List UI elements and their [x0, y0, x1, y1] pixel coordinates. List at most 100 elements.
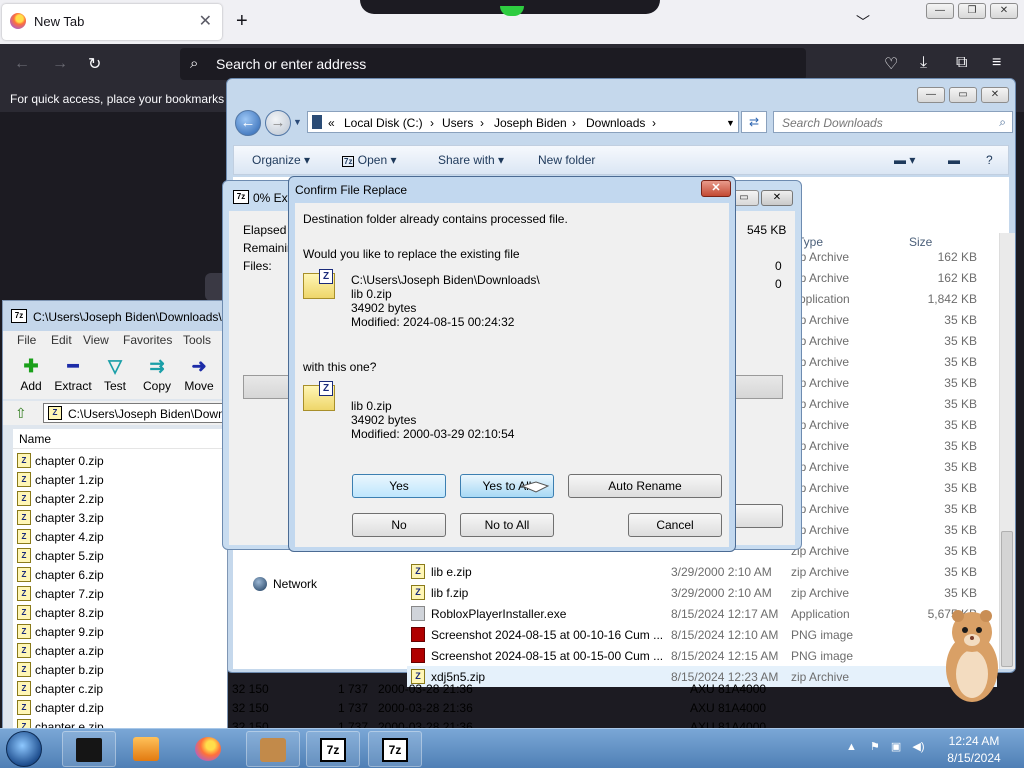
- menu-favorites[interactable]: Favorites: [123, 333, 172, 347]
- no-button[interactable]: No: [352, 513, 446, 537]
- downloads-icon[interactable]: ⤓: [920, 54, 927, 72]
- address-bar[interactable]: ⌕ Search or enter address: [180, 48, 806, 80]
- fm-file-row[interactable]: Zchapter 1.zip: [17, 470, 227, 489]
- taskbar-item-box[interactable]: [246, 731, 300, 767]
- new-tab-button[interactable]: +: [236, 10, 248, 33]
- fm-file-name: chapter 4.zip: [35, 530, 104, 544]
- file-size: 35 KB: [944, 586, 977, 600]
- explorer-back-button[interactable]: ←: [235, 110, 261, 136]
- list-all-tabs-icon[interactable]: ﹀: [856, 12, 870, 32]
- size-value: 545 KB: [747, 223, 787, 237]
- fm-file-row[interactable]: Zchapter c.zip: [17, 679, 227, 698]
- 7zip-file-manager-window: 7z C:\Users\Joseph Biden\Downloads\ File…: [2, 300, 228, 734]
- recent-pages-icon[interactable]: ▼: [293, 117, 302, 127]
- pocket-icon[interactable]: ♡: [884, 54, 898, 74]
- fm-file-row[interactable]: Zchapter a.zip: [17, 641, 227, 660]
- test-button[interactable]: ▽ Test: [93, 355, 137, 393]
- explorer-minimize-button[interactable]: —: [917, 87, 945, 103]
- start-button[interactable]: [6, 731, 42, 767]
- share-with-button[interactable]: Share with ▾: [438, 153, 504, 167]
- breadcrumb-users[interactable]: Users: [442, 116, 473, 130]
- extract-button[interactable]: ━ Extract: [51, 355, 95, 393]
- dialog-close-button[interactable]: ✕: [701, 180, 731, 197]
- organize-button[interactable]: Organize ▾: [252, 153, 310, 167]
- fm-file-row[interactable]: Zchapter 7.zip: [17, 584, 227, 603]
- explorer-close-button[interactable]: ✕: [981, 87, 1009, 103]
- fm-file-row[interactable]: Zchapter d.zip: [17, 698, 227, 717]
- yes-button[interactable]: Yes: [352, 474, 446, 498]
- no-to-all-button[interactable]: No to All: [460, 513, 554, 537]
- extensions-icon[interactable]: ⧉: [956, 54, 967, 72]
- address-dropdown-icon[interactable]: ▼: [726, 118, 735, 128]
- breadcrumb-downloads[interactable]: Downloads: [586, 116, 645, 130]
- fm-path-input[interactable]: Z C:\Users\Joseph Biden\Down: [43, 403, 227, 423]
- progress-close-button[interactable]: ✕: [761, 190, 793, 206]
- copy-button[interactable]: ⇉ Copy: [135, 355, 179, 393]
- explorer-search-input[interactable]: Search Downloads ⌕: [773, 111, 1013, 133]
- taskbar-item-firefox[interactable]: [182, 731, 236, 767]
- fm-file-row[interactable]: Zchapter 4.zip: [17, 527, 227, 546]
- folder-up-icon[interactable]: ⇧: [15, 405, 27, 422]
- column-name[interactable]: Name: [19, 432, 51, 446]
- fm-file-row[interactable]: Zchapter 9.zip: [17, 622, 227, 641]
- firefox-icon: [195, 737, 221, 761]
- file-size: 1,842 KB: [927, 292, 977, 306]
- fm-file-row[interactable]: Zchapter 3.zip: [17, 508, 227, 527]
- forward-icon[interactable]: →: [52, 55, 68, 73]
- explorer-file-row[interactable]: Screenshot 2024-08-15 at 00-15-00 Cum ..…: [407, 645, 997, 666]
- show-hidden-icons[interactable]: ▲: [846, 741, 857, 753]
- fm-detail-attr: AXU 81A4000: [690, 701, 767, 715]
- reload-icon[interactable]: ↻: [88, 54, 101, 74]
- menu-icon[interactable]: ≡: [992, 54, 1001, 72]
- zip-file-icon: Z: [17, 510, 31, 525]
- dialog-message-2: Would you like to replace the existing f…: [303, 247, 520, 261]
- breadcrumb-joseph-biden[interactable]: Joseph Biden: [494, 116, 567, 130]
- file-size: 162 KB: [937, 250, 977, 264]
- explorer-refresh-button[interactable]: ⇄: [741, 111, 767, 133]
- auto-rename-button[interactable]: Auto Rename: [568, 474, 722, 498]
- explorer-file-row[interactable]: Screenshot 2024-08-15 at 00-10-16 Cum ..…: [407, 624, 997, 645]
- open-button[interactable]: 7z Open ▾: [342, 153, 397, 167]
- taskbar-item-app[interactable]: [62, 731, 116, 767]
- explorer-file-row[interactable]: Zlib f.zip 3/29/2000 2:10 AM zip Archive 35…: [407, 582, 997, 603]
- tray-date[interactable]: 8/15/2024: [944, 751, 1004, 765]
- new-folder-button[interactable]: New folder: [538, 153, 595, 167]
- minimize-button[interactable]: —: [926, 3, 954, 19]
- taskbar-item-media[interactable]: [120, 731, 174, 767]
- change-view-icon[interactable]: ▬ ▾: [894, 153, 915, 167]
- explorer-file-row[interactable]: Zlib e.zip 3/29/2000 2:10 AM zip Archive 35…: [407, 561, 997, 582]
- help-icon[interactable]: ?: [986, 153, 993, 167]
- existing-name: lib 0.zip: [351, 287, 392, 301]
- fm-file-row[interactable]: Zchapter b.zip: [17, 660, 227, 679]
- fm-file-row[interactable]: Zchapter 6.zip: [17, 565, 227, 584]
- explorer-address-bar[interactable]: « Local Disk (C:) › Users › Joseph Biden…: [307, 111, 739, 133]
- tray-time[interactable]: 12:24 AM: [944, 734, 1004, 748]
- close-tab-icon[interactable]: ✕: [199, 11, 212, 31]
- preview-pane-icon[interactable]: ▬: [948, 153, 960, 167]
- taskbar-item-7zip-fm[interactable]: 7z: [306, 731, 360, 767]
- explorer-maximize-button[interactable]: ▭: [949, 87, 977, 103]
- menu-tools[interactable]: Tools: [183, 333, 211, 347]
- explorer-file-row[interactable]: RobloxPlayerInstaller.exe 8/15/2024 12:17…: [407, 603, 997, 624]
- flag-icon[interactable]: ⚑: [870, 741, 880, 753]
- fm-title: C:\Users\Joseph Biden\Downloads\: [33, 310, 222, 324]
- volume-icon[interactable]: ◀): [912, 741, 924, 753]
- maximize-button[interactable]: ❐: [958, 3, 986, 19]
- explorer-forward-button[interactable]: →: [265, 110, 291, 136]
- add-button[interactable]: ✚ Add: [9, 355, 53, 393]
- fm-file-row[interactable]: Zchapter 0.zip: [17, 451, 227, 470]
- menu-view[interactable]: View: [83, 333, 109, 347]
- back-icon[interactable]: ←: [14, 55, 30, 73]
- fm-file-row[interactable]: Zchapter 8.zip: [17, 603, 227, 622]
- breadcrumb-local-disk[interactable]: Local Disk (C:): [344, 116, 423, 130]
- fm-file-row[interactable]: Zchapter 5.zip: [17, 546, 227, 565]
- cancel-button[interactable]: Cancel: [628, 513, 722, 537]
- fm-file-row[interactable]: Zchapter 2.zip: [17, 489, 227, 508]
- move-button[interactable]: ➜ Move: [177, 355, 221, 393]
- taskbar-item-7zip-extract[interactable]: 7z: [368, 731, 422, 767]
- menu-file[interactable]: File: [17, 333, 36, 347]
- tab-new-tab[interactable]: New Tab ✕: [2, 4, 222, 40]
- menu-edit[interactable]: Edit: [51, 333, 72, 347]
- close-button[interactable]: ✕: [990, 3, 1018, 19]
- network-tray-icon[interactable]: ▣: [891, 741, 901, 753]
